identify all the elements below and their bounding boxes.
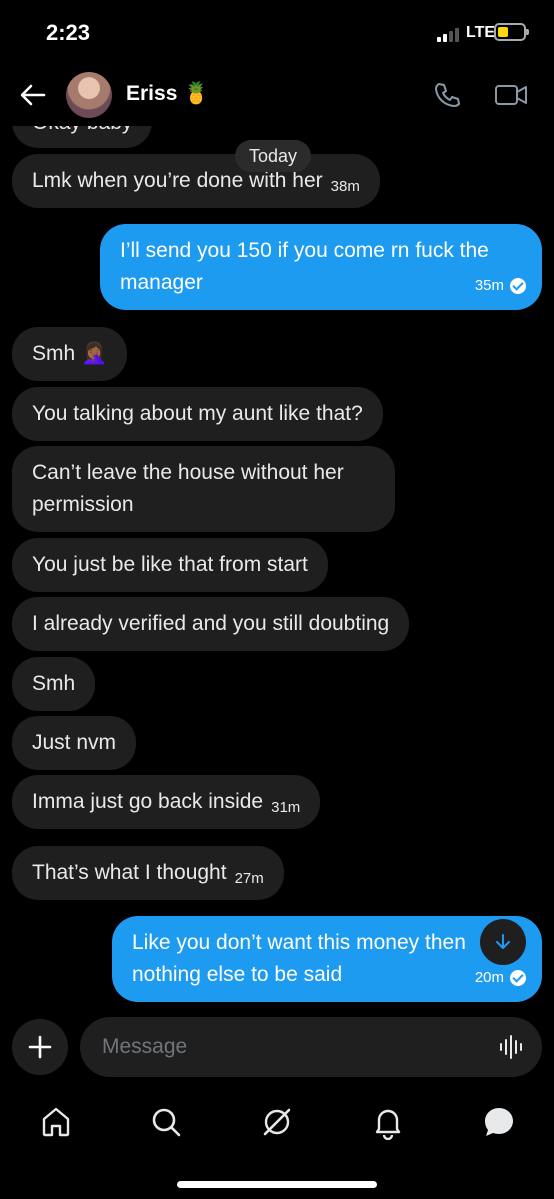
home-icon[interactable] (38, 1104, 74, 1140)
message-bubble[interactable]: Can’t leave the house without her permis… (12, 446, 395, 532)
message-meta: 20m (475, 962, 526, 994)
phone-icon[interactable] (432, 80, 462, 110)
pineapple-emoji: 🍍 (183, 82, 210, 105)
message-composer (0, 1015, 554, 1085)
message-bubble[interactable]: Like you don’t want this money then noth… (112, 916, 542, 1002)
scroll-to-bottom-button[interactable] (480, 919, 526, 965)
message-bubble[interactable]: That’s what I thought 27m (12, 846, 284, 900)
message-time: 20m (474, 969, 504, 986)
contact-name[interactable]: Eriss 🍍 (126, 82, 209, 106)
message-text: Smh 🤦🏾‍♀️ (32, 342, 108, 365)
message-time: 38m (330, 178, 360, 195)
message-bubble[interactable]: Imma just go back inside 31m (12, 775, 321, 829)
message-bubble[interactable]: You just be like that from start (12, 538, 328, 592)
message-input[interactable] (80, 1017, 542, 1077)
message-text: Just nvm (32, 731, 117, 754)
contact-name-text: Eriss (126, 82, 178, 105)
message-time: 27m (234, 870, 264, 887)
back-arrow-icon[interactable] (18, 80, 48, 110)
message-text: Lmk when you’re done with her (32, 169, 323, 192)
message-bubble[interactable]: Smh (12, 657, 96, 711)
read-check-icon (510, 278, 526, 294)
message-meta: 35m (475, 270, 526, 302)
day-divider: Today (235, 140, 312, 172)
message-text: Like you don’t want this money then noth… (132, 931, 466, 986)
message-bubble[interactable]: I’ll send you 150 if you come rn fuck th… (100, 224, 542, 310)
message-time: 35m (474, 277, 504, 294)
plus-icon (28, 1035, 52, 1059)
message-bubble[interactable]: You talking about my aunt like that? (12, 387, 383, 441)
home-indicator (177, 1181, 377, 1188)
message-bubble[interactable]: Smh 🤦🏾‍♀️ (12, 327, 128, 381)
message-bubble[interactable]: I already verified and you still doubtin… (12, 597, 410, 651)
message-text: Can’t leave the house without her permis… (32, 461, 344, 516)
add-attachment-button[interactable] (12, 1019, 68, 1075)
video-camera-icon[interactable] (494, 82, 528, 108)
conversation-header: Eriss 🍍 (0, 66, 554, 126)
message-text: I’ll send you 150 if you come rn fuck th… (120, 239, 489, 294)
message-time: 31m (271, 799, 301, 816)
grok-icon[interactable] (259, 1104, 295, 1140)
message-text: That’s what I thought (32, 861, 227, 884)
bottom-tab-bar (0, 1090, 554, 1170)
read-check-icon (510, 970, 526, 986)
message-text: Smh (32, 672, 76, 695)
message-text: I already verified and you still doubtin… (32, 612, 390, 635)
notifications-icon[interactable] (370, 1104, 406, 1140)
message-bubble[interactable]: Just nvm (12, 716, 137, 770)
avatar[interactable] (66, 72, 112, 118)
message-text: You talking about my aunt like that? (32, 402, 363, 425)
message-bubble[interactable]: Lmk when you’re done with her 38m (12, 154, 380, 208)
voice-message-icon[interactable] (498, 1033, 526, 1061)
message-text: You just be like that from start (32, 553, 308, 576)
search-icon[interactable] (148, 1104, 184, 1140)
arrow-down-icon (496, 934, 510, 949)
messages-icon[interactable] (481, 1104, 517, 1140)
message-text: Imma just go back inside (32, 790, 264, 813)
